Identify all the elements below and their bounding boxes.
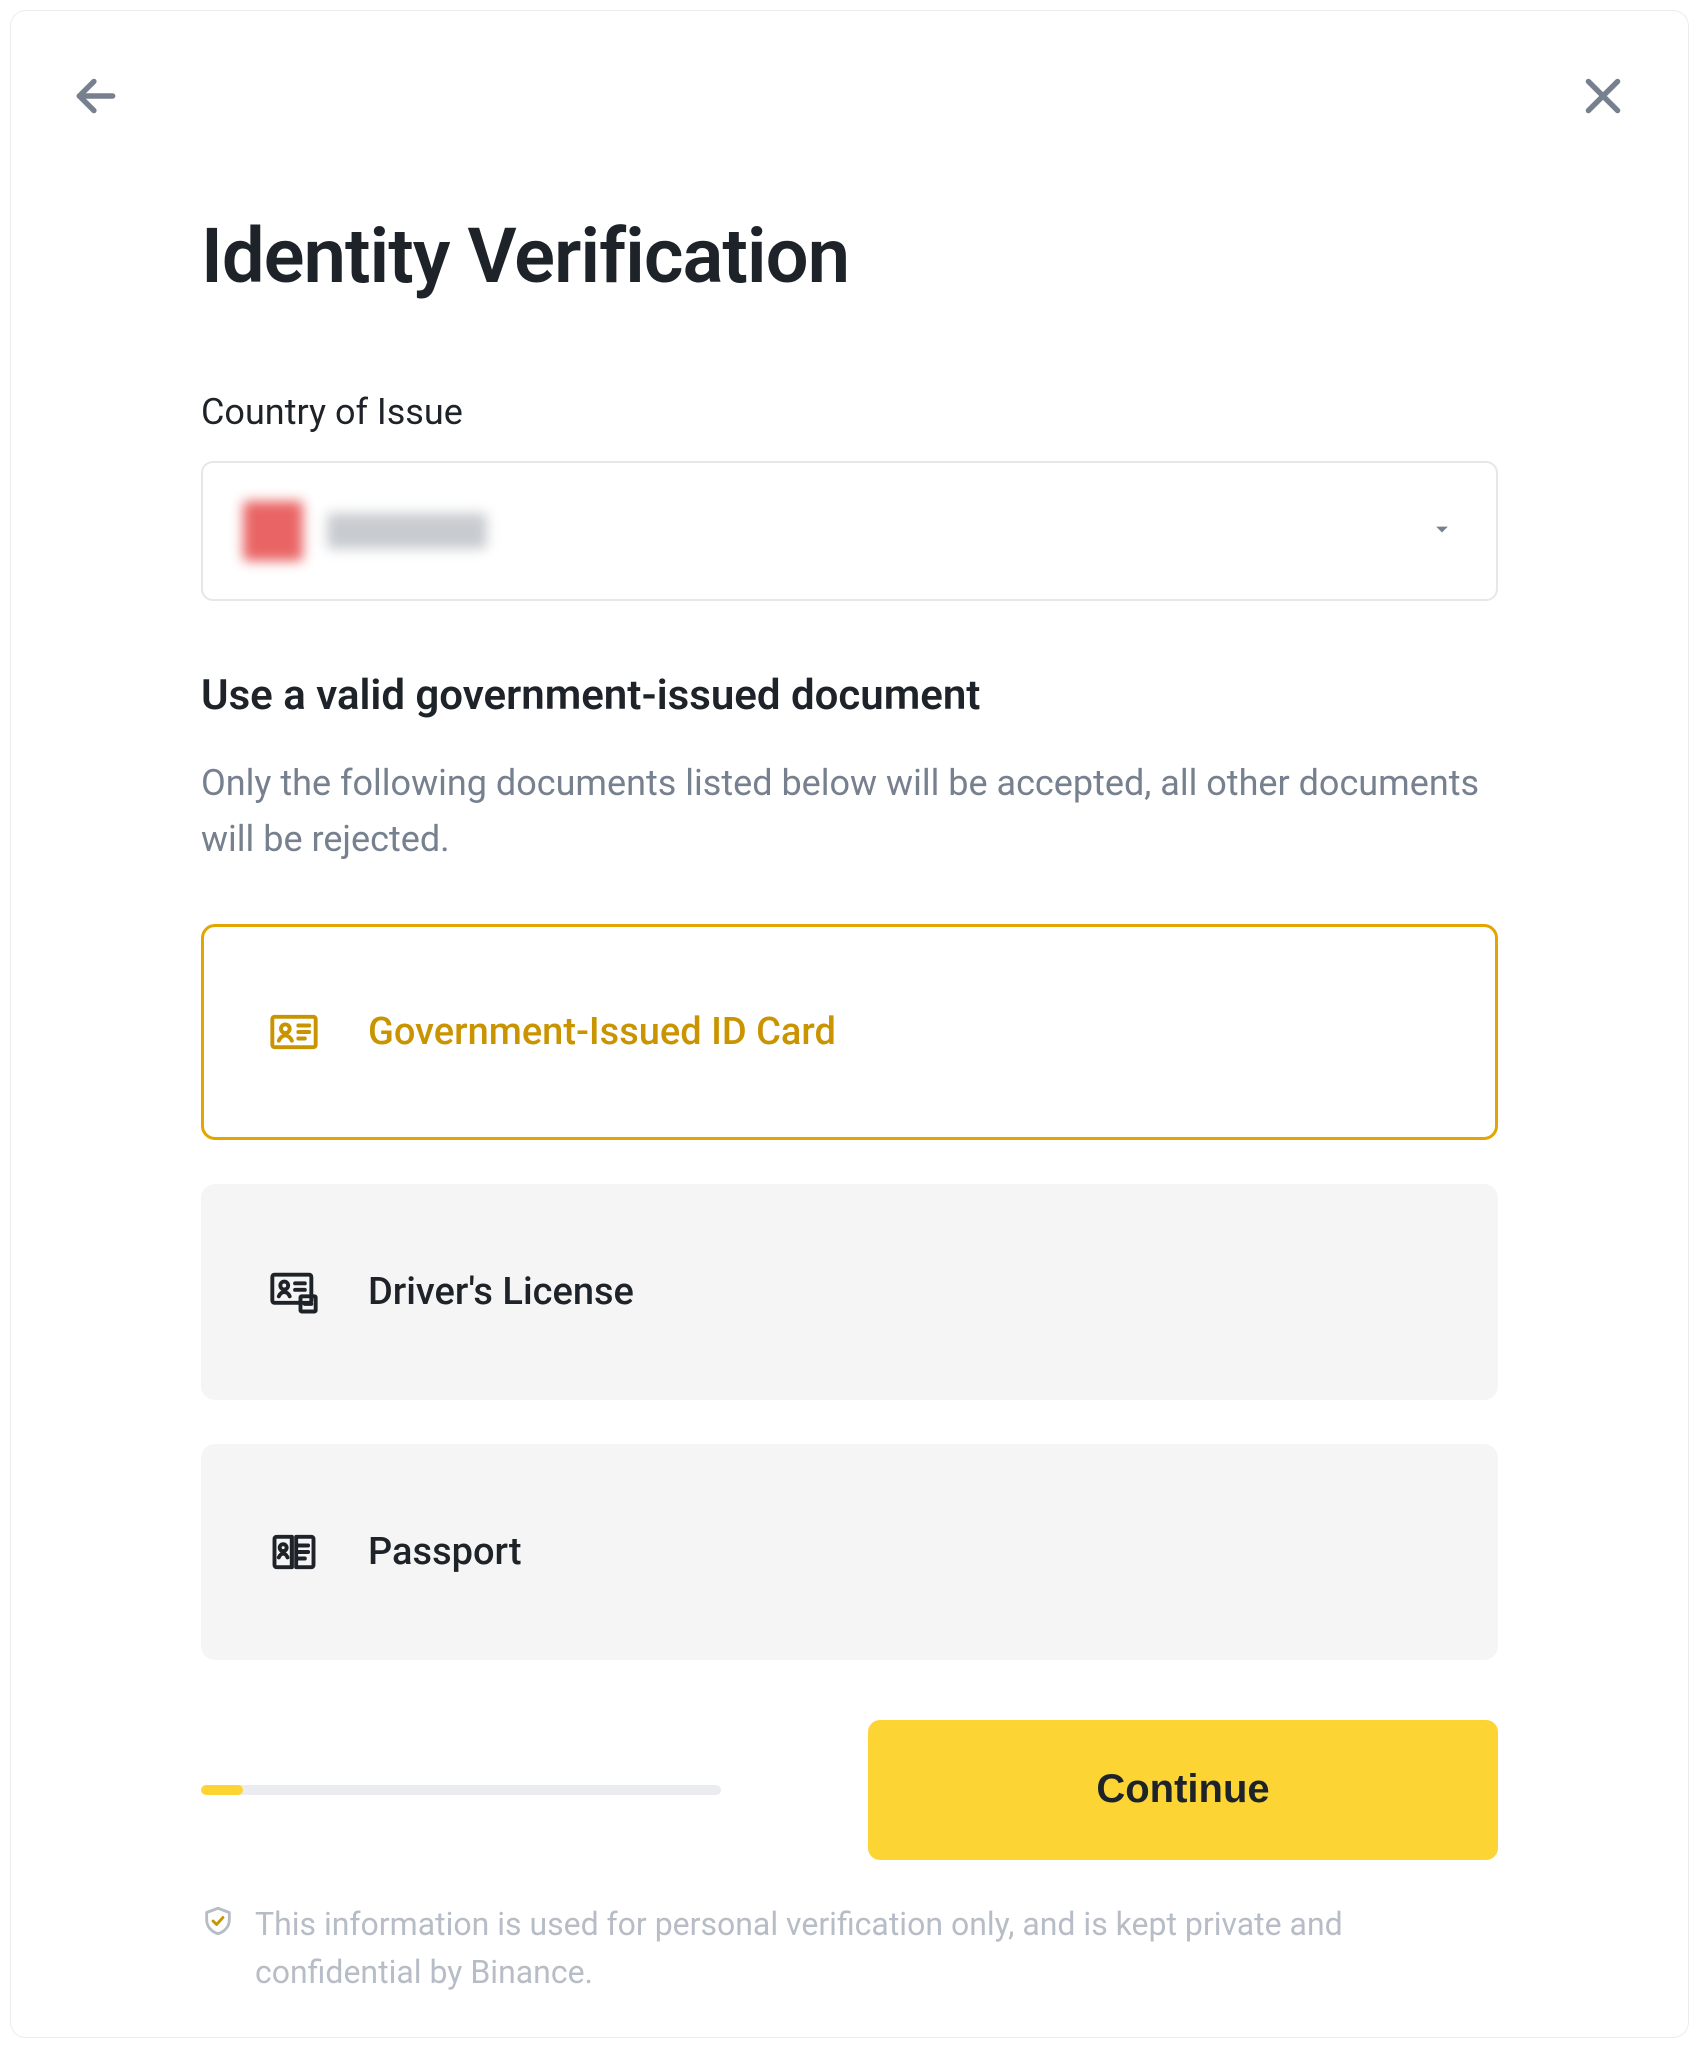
passport-icon	[268, 1526, 320, 1578]
progress-fill	[201, 1785, 243, 1795]
modal-top-bar	[71, 71, 1628, 121]
page-title: Identity Verification	[201, 211, 1498, 301]
disclaimer-text: This information is used for personal ve…	[255, 1900, 1498, 1996]
shield-check-icon	[201, 1904, 235, 1938]
document-subheading: Only the following documents listed belo…	[201, 756, 1498, 868]
flag-icon	[243, 501, 303, 561]
country-name-redacted	[327, 513, 487, 549]
close-icon	[1578, 71, 1628, 121]
option-label: Driver's License	[368, 1270, 634, 1314]
chevron-down-icon	[1428, 515, 1456, 547]
document-heading: Use a valid government-issued document	[201, 671, 1498, 720]
verification-modal: Identity Verification Country of Issue U…	[10, 10, 1689, 2038]
close-button[interactable]	[1578, 71, 1628, 121]
country-select[interactable]	[201, 461, 1498, 601]
country-label: Country of Issue	[201, 391, 1498, 433]
country-select-value	[243, 501, 487, 561]
option-label: Government-Issued ID Card	[368, 1010, 836, 1054]
footer-row: Continue	[201, 1720, 1498, 1860]
modal-content: Identity Verification Country of Issue U…	[71, 211, 1628, 1996]
arrow-left-icon	[71, 71, 121, 121]
option-id-card[interactable]: Government-Issued ID Card	[201, 924, 1498, 1140]
drivers-license-icon	[268, 1266, 320, 1318]
continue-button[interactable]: Continue	[868, 1720, 1498, 1860]
back-button[interactable]	[71, 71, 121, 121]
progress-bar	[201, 1785, 721, 1795]
id-card-icon	[268, 1006, 320, 1058]
disclaimer: This information is used for personal ve…	[201, 1900, 1498, 1996]
option-passport[interactable]: Passport	[201, 1444, 1498, 1660]
option-label: Passport	[368, 1530, 522, 1574]
option-drivers-license[interactable]: Driver's License	[201, 1184, 1498, 1400]
